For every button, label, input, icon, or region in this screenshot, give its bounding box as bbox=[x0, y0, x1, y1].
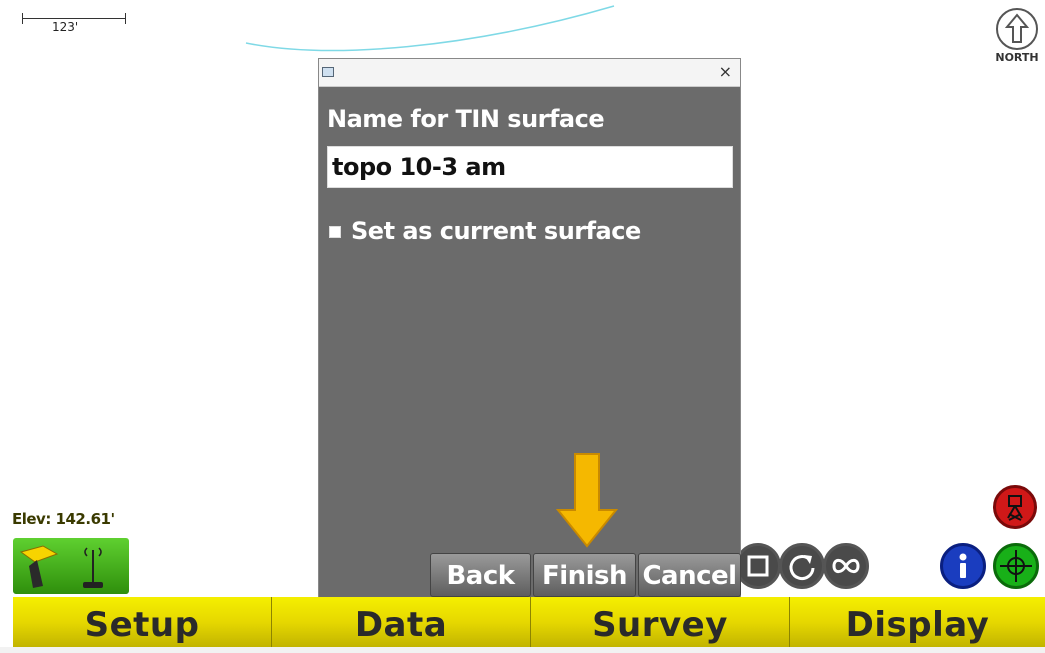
tin-surface-dialog: × Name for TIN surface Set as current su… bbox=[318, 58, 741, 598]
back-button[interactable]: Back bbox=[430, 553, 531, 597]
main-menu-bar: Setup Data Survey Display bbox=[0, 597, 1045, 647]
refresh-icon[interactable] bbox=[779, 543, 825, 589]
menu-data[interactable]: Data bbox=[272, 597, 531, 647]
menu-survey[interactable]: Survey bbox=[531, 597, 790, 647]
close-icon[interactable]: × bbox=[719, 62, 732, 81]
infinity-icon[interactable] bbox=[823, 543, 869, 589]
highlight-arrow-icon bbox=[556, 453, 618, 548]
finish-button[interactable]: Finish bbox=[533, 553, 636, 597]
window-icon bbox=[322, 67, 334, 77]
square-icon[interactable] bbox=[735, 543, 781, 589]
info-icon[interactable] bbox=[940, 543, 986, 589]
radio-antenna-icon bbox=[83, 547, 103, 588]
menu-setup[interactable]: Setup bbox=[13, 597, 272, 647]
gnss-status-button[interactable] bbox=[13, 538, 129, 594]
rover-icon bbox=[19, 545, 59, 588]
set-current-surface-checkbox[interactable] bbox=[329, 226, 341, 238]
cancel-button[interactable]: Cancel bbox=[638, 553, 741, 597]
surface-name-input[interactable] bbox=[327, 146, 733, 188]
menu-display[interactable]: Display bbox=[790, 597, 1045, 647]
dialog-titlebar: × bbox=[319, 59, 740, 87]
crosshair-icon[interactable] bbox=[993, 543, 1039, 589]
warning-icon[interactable] bbox=[993, 485, 1037, 529]
north-arrow-icon bbox=[996, 8, 1038, 50]
north-indicator[interactable]: NORTH bbox=[992, 8, 1042, 68]
elevation-readout: Elev: 142.61' bbox=[12, 510, 115, 528]
set-current-surface-label: Set as current surface bbox=[351, 217, 641, 245]
surface-name-label: Name for TIN surface bbox=[327, 105, 605, 133]
north-label: NORTH bbox=[995, 51, 1039, 64]
